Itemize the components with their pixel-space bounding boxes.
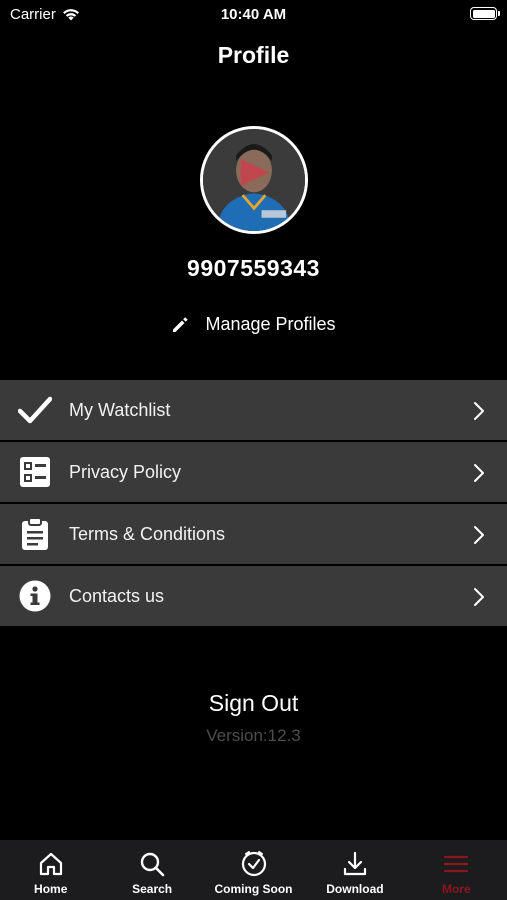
menu-item-contacts[interactable]: Contacts us [0, 566, 507, 628]
tab-search[interactable]: Search [101, 840, 202, 900]
chevron-right-icon [474, 402, 484, 420]
page-title: Profile [217, 42, 290, 68]
menu-item-terms[interactable]: Terms & Conditions [0, 504, 507, 566]
avatar-image [203, 129, 305, 231]
profile-menu: My Watchlist Privacy Policy Terms & Cond… [0, 380, 507, 628]
tab-bar: Home Search Coming Soon Download More [0, 840, 507, 900]
chevron-right-icon [474, 464, 484, 482]
tab-label: Download [326, 882, 384, 896]
tab-label: Home [34, 882, 68, 896]
download-icon [343, 851, 367, 876]
tab-label: Search [132, 882, 173, 896]
status-bar: Carrier 10:40 AM [0, 0, 507, 28]
sign-out-button[interactable]: Sign Out [0, 690, 507, 717]
clock-icon [241, 851, 266, 877]
info-icon [18, 579, 52, 613]
check-icon [18, 393, 52, 427]
tab-download[interactable]: Download [304, 840, 405, 900]
menu-item-label: My Watchlist [69, 399, 171, 420]
tab-coming-soon[interactable]: Coming Soon [203, 840, 304, 900]
avatar[interactable] [200, 126, 308, 234]
tab-more[interactable]: More [406, 840, 507, 900]
list-icon [18, 455, 52, 489]
menu-item-privacy-policy[interactable]: Privacy Policy [0, 442, 507, 504]
tab-label: More [441, 882, 471, 896]
version-label: Version:12.3 [206, 726, 301, 745]
manage-profiles-button[interactable]: Manage Profiles [0, 314, 507, 335]
tab-home[interactable]: Home [0, 840, 101, 900]
clipboard-icon [18, 517, 52, 551]
chevron-right-icon [474, 526, 484, 544]
menu-item-watchlist[interactable]: My Watchlist [0, 380, 507, 442]
profile-phone-number: 9907559343 [187, 255, 320, 281]
pencil-icon [173, 316, 189, 332]
chevron-right-icon [474, 588, 484, 606]
menu-icon [444, 855, 469, 873]
clock-time: 10:40 AM [220, 6, 287, 23]
home-icon [39, 852, 62, 876]
battery-icon [470, 7, 500, 20]
tab-label: Coming Soon [214, 882, 293, 896]
menu-item-label: Contacts us [69, 585, 165, 606]
menu-item-label: Privacy Policy [69, 461, 182, 482]
menu-item-label: Terms & Conditions [69, 523, 226, 544]
search-icon [140, 852, 165, 877]
manage-profiles-label: Manage Profiles [205, 314, 336, 334]
